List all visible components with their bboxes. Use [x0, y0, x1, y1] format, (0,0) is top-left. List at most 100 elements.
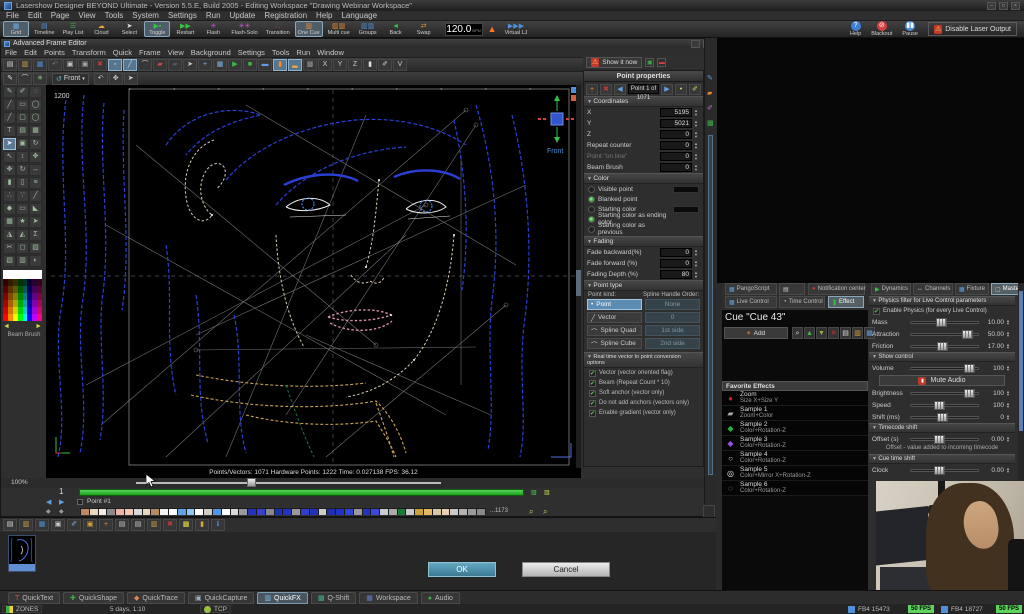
- drawing-tool-button[interactable]: ↕: [16, 151, 29, 163]
- color-segment[interactable]: [81, 509, 89, 515]
- color-segment[interactable]: [143, 509, 151, 515]
- quickfx-tool-button[interactable]: ▤: [131, 519, 145, 531]
- drawing-tool-button[interactable]: ▭: [16, 203, 29, 215]
- checkbox-checked-icon[interactable]: [589, 390, 596, 397]
- point-kind-button[interactable]: ╱Vector: [587, 312, 642, 323]
- bottom-tab[interactable]: ✚ QuickShape: [63, 592, 124, 604]
- toolbar-button[interactable]: ▤ Timeline: [31, 21, 58, 37]
- slider-track[interactable]: [910, 321, 979, 324]
- toolbar-button[interactable]: ✳ Flash: [200, 21, 226, 37]
- point-kind-button[interactable]: ⌒Spline Quad: [587, 325, 642, 336]
- fading-value-field[interactable]: 0: [660, 259, 692, 268]
- drawing-tool-button[interactable]: T: [3, 125, 16, 137]
- fe-tool-button[interactable]: ⌒: [138, 59, 152, 71]
- drawing-tool-button[interactable]: ≡: [29, 177, 42, 189]
- checkbox-checked-icon[interactable]: [589, 400, 596, 407]
- color-segment[interactable]: [107, 509, 115, 515]
- fe-tool-button[interactable]: V: [393, 59, 407, 71]
- fe-tool-button[interactable]: ▦: [213, 59, 227, 71]
- fe-tool-button[interactable]: ■: [243, 59, 257, 71]
- toolbar-button[interactable]: ⇄ Swap: [411, 21, 437, 37]
- palette-swatch[interactable]: [37, 293, 42, 300]
- toolbar-button[interactable]: ▶▶ Restart: [172, 21, 198, 37]
- color-segment[interactable]: [222, 509, 230, 515]
- slider-track[interactable]: [910, 345, 979, 348]
- drawing-tool-button[interactable]: ↻: [16, 164, 29, 176]
- color-segment[interactable]: [406, 509, 414, 515]
- color-segment[interactable]: [292, 509, 300, 515]
- fe-tool-button[interactable]: ▰: [153, 59, 167, 71]
- spline-order-button[interactable]: 0: [645, 312, 700, 323]
- menu-item[interactable]: Help: [316, 11, 332, 20]
- tcp-indicator[interactable]: TCP: [200, 605, 231, 613]
- fe-tool-button[interactable]: ▂: [288, 59, 302, 71]
- quickfx-tool-button[interactable]: ▮: [195, 519, 209, 531]
- fe-draw-tool-button[interactable]: ⌒: [18, 73, 32, 85]
- favorite-effect-item[interactable]: ○ Sample 4 Color+Rotation-Z: [722, 451, 868, 466]
- drawing-tool-button[interactable]: ╱: [3, 99, 16, 111]
- drawing-tool-button[interactable]: ◻: [16, 242, 29, 254]
- fe-tool-button[interactable]: Z: [348, 59, 362, 71]
- spline-order-button[interactable]: 1st side: [645, 325, 700, 336]
- color-segment[interactable]: [345, 509, 353, 515]
- add-point-button[interactable]: +: [586, 84, 598, 95]
- track-icon-a[interactable]: ▥: [531, 489, 537, 496]
- window-control-button[interactable]: □: [999, 2, 1008, 10]
- next-point-arrow[interactable]: ▶: [59, 498, 64, 506]
- fe-menu-item[interactable]: Background: [191, 48, 231, 57]
- fe-menu-item[interactable]: Quick: [113, 48, 132, 57]
- palette-swatch[interactable]: [37, 314, 42, 321]
- color-segment[interactable]: [371, 509, 379, 515]
- color-segment[interactable]: [204, 509, 212, 515]
- color-option-row[interactable]: Starting color as previous: [584, 224, 703, 234]
- quickfx-tool-button[interactable]: ▩: [179, 519, 193, 531]
- slider-thumb[interactable]: [962, 330, 973, 339]
- slider-track[interactable]: [910, 367, 979, 370]
- quickfx-tool-button[interactable]: ✖: [163, 519, 177, 531]
- slider-thumb[interactable]: [934, 466, 945, 475]
- fe-menu-item[interactable]: Frame: [139, 48, 161, 57]
- menu-item[interactable]: View: [78, 11, 95, 20]
- slider-track[interactable]: [910, 404, 979, 407]
- slider-track[interactable]: [910, 392, 979, 395]
- menu-item[interactable]: System: [132, 11, 159, 20]
- conversion-option-row[interactable]: Vector (vector oriented flag): [584, 368, 703, 378]
- fading-section-header[interactable]: Fading: [584, 236, 703, 247]
- color-segment[interactable]: [134, 509, 142, 515]
- effect-list-tool-icon[interactable]: ✖: [828, 327, 839, 339]
- drawing-tool-button[interactable]: ▮: [3, 177, 16, 189]
- drawing-tool-button[interactable]: ★: [16, 216, 29, 228]
- color-segment[interactable]: [125, 509, 133, 515]
- toolbar-button[interactable]: ☁ Cloud: [88, 21, 114, 37]
- coordinate-value-field[interactable]: 0: [660, 163, 692, 172]
- color-segment[interactable]: [354, 509, 362, 515]
- color-segment[interactable]: [468, 509, 476, 515]
- spline-order-button[interactable]: None: [645, 299, 700, 310]
- fe-tool-button[interactable]: ╱: [123, 59, 137, 71]
- color-segment[interactable]: [442, 509, 450, 515]
- tab-pangoscript[interactable]: ▦ PangoScript: [725, 283, 777, 295]
- quickfx-tool-button[interactable]: +: [99, 519, 113, 531]
- color-segment[interactable]: [380, 509, 388, 515]
- radio-button[interactable]: [588, 196, 595, 203]
- drawing-tool-button[interactable]: ↻: [29, 138, 42, 150]
- value-stepper[interactable]: [692, 260, 700, 267]
- drawing-tool-button[interactable]: ▧: [3, 255, 16, 267]
- point-kind-button[interactable]: ⌒Spline Cube: [587, 338, 642, 349]
- point-checkbox[interactable]: [77, 499, 83, 505]
- bottom-tab[interactable]: T QuickText: [8, 592, 60, 604]
- slider-thumb[interactable]: [937, 413, 948, 422]
- bottom-tab[interactable]: ◆ QuickTrace: [127, 592, 185, 604]
- bottom-tab[interactable]: ▣ QuickCapture: [188, 592, 254, 604]
- favorite-effect-item[interactable]: ◌ Sample 6 Color+Rotation-Z: [722, 481, 868, 496]
- checkbox-checked-icon[interactable]: [873, 308, 880, 315]
- cancel-button[interactable]: Cancel: [522, 562, 610, 577]
- color-segment[interactable]: [301, 509, 309, 515]
- favorite-effect-item[interactable]: ▰ Sample 1 Zoom+Color: [722, 406, 868, 421]
- drawing-tool-button[interactable]: ▦: [29, 125, 42, 137]
- slider-track[interactable]: [910, 438, 979, 441]
- zones-indicator[interactable]: ZONES: [2, 605, 42, 613]
- value-stepper[interactable]: [1004, 436, 1012, 443]
- toolbar-right-button[interactable]: ▮▮ Pause: [902, 21, 918, 37]
- conversion-option-row[interactable]: Beam (Repeat Count * 10): [584, 378, 703, 388]
